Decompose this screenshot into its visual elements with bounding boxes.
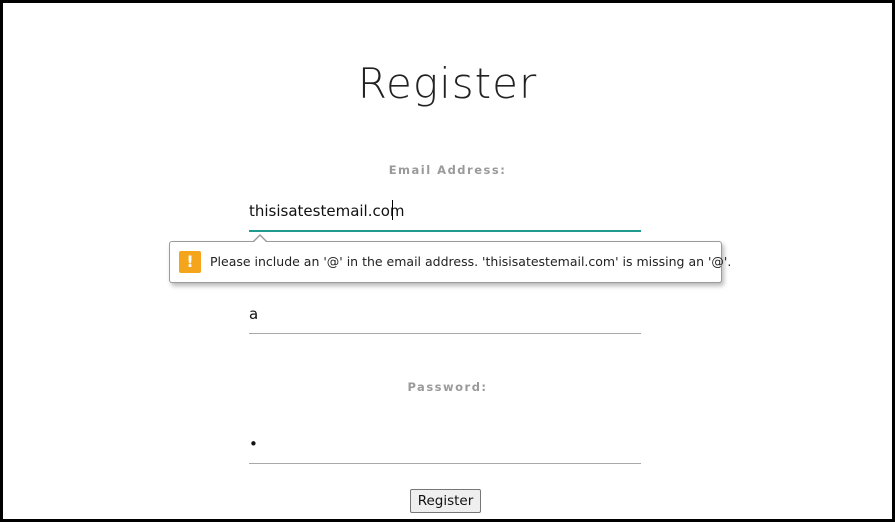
email-label: Email Address: <box>388 163 507 177</box>
tooltip-arrow-fill <box>253 236 267 243</box>
password-field[interactable] <box>249 431 641 464</box>
name-field[interactable] <box>249 301 641 334</box>
page-frame: Register Email Address: Password: Regist… <box>0 0 895 522</box>
warning-icon: ! <box>179 251 201 273</box>
validation-tooltip: ! Please include an '@' in the email add… <box>169 234 731 283</box>
password-label: Password: <box>407 380 488 394</box>
text-caret <box>392 200 393 220</box>
register-button[interactable]: Register <box>410 489 481 513</box>
validation-message: Please include an '@' in the email addre… <box>210 254 732 269</box>
page-title: Register <box>357 59 538 108</box>
email-field[interactable] <box>249 198 641 232</box>
